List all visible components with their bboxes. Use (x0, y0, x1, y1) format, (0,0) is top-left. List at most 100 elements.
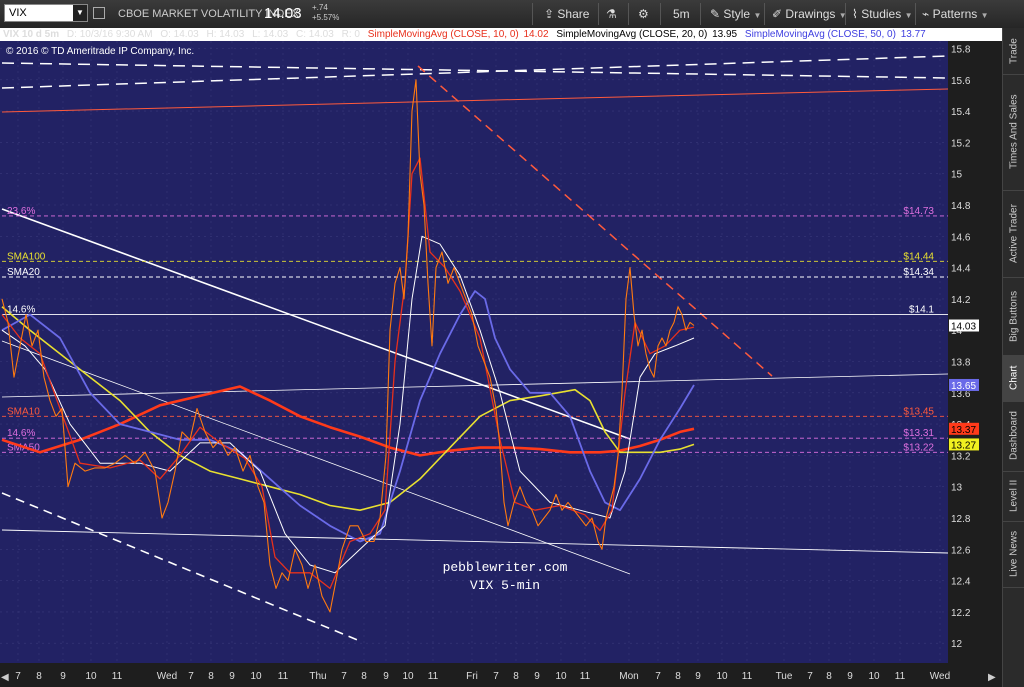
tab-live-news[interactable]: Live News (1003, 521, 1024, 588)
tab-dashboard[interactable]: Dashboard (1003, 401, 1024, 472)
x-tick-label: 9 (229, 671, 235, 682)
style-icon: ✎ (710, 7, 721, 21)
patterns-button[interactable]: ⌁ Patterns ▼ (922, 7, 989, 21)
style-button[interactable]: ✎ Style ▼ (710, 7, 761, 21)
x-tick-label: 7 (15, 671, 21, 682)
x-tick-label: 8 (36, 671, 42, 682)
chevron-down-icon: ▼ (904, 11, 913, 20)
x-tick-label: 10 (555, 671, 567, 682)
x-tick-label: 11 (112, 671, 123, 682)
x-tick-label: 7 (188, 671, 194, 682)
x-tick-label: 8 (513, 671, 519, 682)
info-high: H: 14.03 (206, 29, 245, 40)
price-change: +.74 +5.57% (312, 3, 339, 23)
info-symbol: VIX 10 d 5m (3, 29, 60, 40)
patterns-label: Patterns (932, 7, 978, 21)
y-tick-label: 15 (951, 170, 963, 181)
x-tick-label: Wed (930, 671, 950, 682)
toolbar: VIX ▼ CBOE MARKET VOLATILITY INDEX 14.03 … (0, 0, 1024, 29)
info-sma10-value: 14.02 (523, 29, 549, 40)
drawings-button[interactable]: ✐ Drawings ▼ (772, 7, 847, 21)
x-tick-label: Wed (157, 671, 177, 682)
price-badge-label: 13.27 (951, 440, 976, 451)
x-tick-label: Tue (776, 671, 793, 682)
change-percent: +5.57% (312, 13, 340, 22)
level-label: SMA20 (7, 267, 40, 278)
drawings-icon: ✐ (772, 7, 783, 21)
x-tick-label: 9 (695, 671, 701, 682)
separator (764, 3, 765, 25)
y-tick-label: 13.8 (951, 358, 971, 369)
x-tick-label: 11 (895, 671, 906, 682)
x-tick-label: 7 (807, 671, 813, 682)
chevron-down-icon: ▼ (753, 11, 762, 20)
tab-times-and-sales[interactable]: Times And Sales (1003, 74, 1024, 191)
info-sma20-value: 13.95 (712, 29, 738, 40)
info-open: O: 14.03 (160, 29, 199, 40)
tab-trade[interactable]: Trade (1003, 28, 1024, 75)
tab-chart[interactable]: Chart (1003, 355, 1024, 402)
level-label: SMA100 (7, 251, 46, 262)
separator (628, 3, 629, 25)
separator (700, 3, 701, 25)
y-tick-label: 15.4 (951, 107, 971, 118)
x-tick-label: 7 (341, 671, 347, 682)
level-value: $14.73 (903, 206, 934, 217)
info-sma50-value: 13.77 (900, 29, 926, 40)
y-tick-label: 15.6 (951, 76, 971, 87)
separator (660, 3, 661, 25)
timeframe-button[interactable]: 5m (673, 7, 690, 21)
symbol-dropdown-icon[interactable]: ▼ (73, 5, 87, 21)
right-sidebar: Trade Times And Sales Active Trader Big … (1002, 28, 1024, 687)
level-label: 23.6% (7, 206, 35, 217)
style-label: Style (723, 7, 751, 21)
x-tick-label: Thu (309, 671, 326, 682)
level-label: 14.6% (7, 428, 35, 439)
flask-icon[interactable]: ⚗ (606, 7, 617, 21)
studies-button[interactable]: ⌇ Studies ▼ (852, 7, 913, 21)
x-tick-label: 7 (655, 671, 661, 682)
y-tick-label: 15.2 (951, 138, 971, 149)
scroll-right-icon[interactable]: ▶ (988, 672, 996, 683)
x-tick-label: 9 (534, 671, 540, 682)
watermark-line1: pebblewriter.com (443, 560, 568, 575)
x-tick-label: 8 (361, 671, 367, 682)
x-tick-label: 8 (208, 671, 214, 682)
price-chart[interactable]: 15.815.615.415.21514.814.614.414.21413.8… (0, 41, 1002, 687)
info-range: R: 0 (341, 29, 360, 40)
price-badge-label: 13.65 (951, 381, 976, 392)
x-tick-label: 10 (868, 671, 880, 682)
chart-info-bar: VIX 10 d 5m D: 10/3/16 9:30 AM O: 14.03 … (0, 28, 1024, 41)
level-value: $14.44 (903, 251, 934, 262)
tab-active-trader[interactable]: Active Trader (1003, 190, 1024, 278)
x-tick-label: 10 (402, 671, 414, 682)
gear-icon[interactable]: ⚙ (638, 7, 649, 21)
studies-label: Studies (861, 7, 902, 21)
chevron-down-icon: ▼ (980, 11, 989, 20)
y-tick-label: 12.4 (951, 577, 971, 588)
x-tick-label: 9 (847, 671, 853, 682)
link-square-icon[interactable] (93, 7, 105, 19)
symbol-input[interactable]: VIX ▼ (4, 4, 88, 22)
y-tick-label: 12.2 (951, 608, 971, 619)
x-tick-label: 7 (493, 671, 499, 682)
y-tick-label: 12 (951, 639, 963, 650)
level-label: SMA10 (7, 406, 40, 417)
y-tick-label: 13 (951, 483, 963, 494)
x-tick-label: 8 (826, 671, 832, 682)
tab-level-ii[interactable]: Level II (1003, 471, 1024, 522)
level-value: $13.22 (903, 442, 934, 453)
drawings-label: Drawings (785, 7, 836, 21)
separator (915, 3, 916, 25)
x-tick-label: 10 (85, 671, 97, 682)
tab-big-buttons[interactable]: Big Buttons (1003, 277, 1024, 356)
level-value: $14.1 (909, 305, 934, 316)
share-icon: ⇪ (544, 7, 555, 21)
y-tick-label: 14.2 (951, 295, 971, 306)
symbol-text: VIX (9, 7, 27, 19)
share-label: Share (557, 7, 590, 21)
scroll-left-icon[interactable]: ◀ (1, 672, 9, 683)
share-button[interactable]: ⇪ Share (544, 7, 589, 21)
patterns-icon: ⌁ (922, 7, 930, 21)
watermark-line2: VIX 5-min (470, 578, 540, 593)
